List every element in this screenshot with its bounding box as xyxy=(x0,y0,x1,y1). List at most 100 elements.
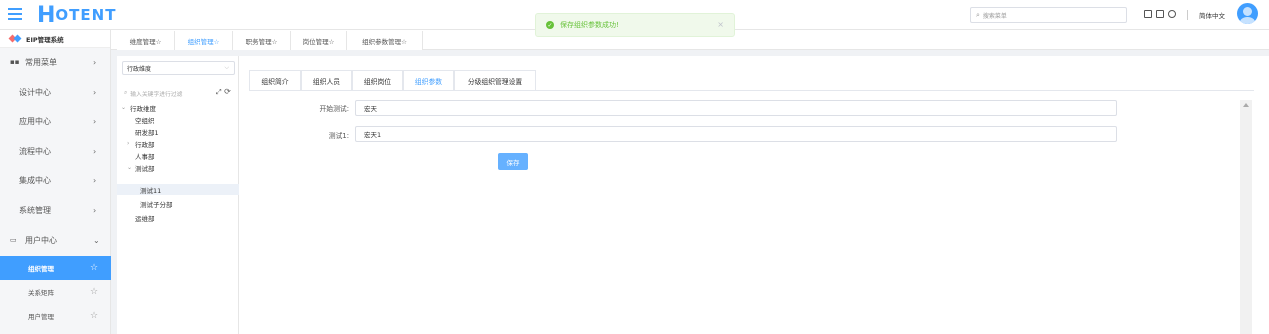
tree-node-label: 空组织 xyxy=(135,116,155,125)
sidebar-item-label: 用户中心 xyxy=(25,235,57,245)
tree-node-label: 测试子分部 xyxy=(140,200,173,209)
subtab-org-intro[interactable]: 组织简介 xyxy=(249,70,301,90)
chevron-right-icon: › xyxy=(93,57,97,67)
main-panel: 组织简介 组织人员 组织岗位 组织参数 分级组织管理设置 开始测试: 宏天 测试… xyxy=(239,56,1269,334)
start-test-input[interactable]: 宏天 xyxy=(355,100,1117,116)
search-placeholder: 搜索菜单 xyxy=(982,12,1007,20)
test1-input[interactable]: 宏天1 xyxy=(355,126,1117,142)
tree-node[interactable]: 运维部 xyxy=(117,212,239,223)
chevron-right-icon: › xyxy=(93,116,97,126)
toast-message: 保存组织参数成功! xyxy=(560,21,619,29)
sidebar-item-design-center[interactable]: 设计中心 › xyxy=(0,82,111,102)
tree-node[interactable]: › 行政部 xyxy=(117,138,239,149)
sidebar-item-user-center[interactable]: ▭ 用户中心 ⌄ xyxy=(0,230,111,250)
subtab-org-members[interactable]: 组织人员 xyxy=(301,70,352,90)
sidebar-subitem-label: 关系矩阵 xyxy=(28,289,54,297)
fullscreen-icon[interactable] xyxy=(1156,10,1164,18)
monitor-icon: ▭ xyxy=(10,236,17,244)
grid-icon: ▪▪ xyxy=(10,58,20,66)
chevron-right-icon: › xyxy=(93,87,97,97)
check-circle-icon: ✓ xyxy=(546,21,554,29)
tree-node-selected[interactable]: 测试11 xyxy=(117,184,239,195)
chevron-down-icon: ⌵ xyxy=(224,64,229,71)
sidebar-item-common-menu[interactable]: ▪▪ 常用菜单 › xyxy=(0,52,111,72)
sidebar-subitem-label: 用户管理 xyxy=(28,313,54,321)
sidebar-item-app-center[interactable]: 应用中心 › xyxy=(0,111,111,131)
tree-node[interactable]: 空组织 xyxy=(117,114,239,125)
tree-filter-placeholder: 输入关键字进行过滤 xyxy=(130,92,183,98)
input-value: 宏天1 xyxy=(364,131,382,139)
tab-org-param-management[interactable]: 组织参数管理☆ xyxy=(347,31,423,50)
sidebar-item-label: 设计中心 xyxy=(19,87,51,97)
star-icon[interactable]: ☆ xyxy=(90,263,98,273)
system-title: EIP管理系统 xyxy=(0,30,110,48)
menu-search-input[interactable]: ⌕ 搜索菜单 xyxy=(970,7,1127,23)
scroll-up-icon[interactable] xyxy=(1243,103,1249,107)
tab-post-management[interactable]: 岗位管理☆ xyxy=(291,31,347,50)
sidebar-item-label: 常用菜单 xyxy=(25,57,57,67)
system-name: EIP管理系统 xyxy=(26,35,64,44)
chevron-down-icon: ⌄ xyxy=(93,235,100,245)
save-button[interactable]: 保存 xyxy=(498,153,528,170)
system-logo-icon xyxy=(8,34,22,43)
menu-toggle-icon[interactable] xyxy=(8,8,22,20)
sidebar-item-system-management[interactable]: 系统管理 › xyxy=(0,200,111,220)
sidebar-subitem-org-management[interactable]: 组织管理 ☆ xyxy=(0,256,111,280)
divider xyxy=(249,90,1254,91)
dimension-select[interactable]: 行政维度 ⌵ xyxy=(122,61,235,75)
star-icon[interactable]: ☆ xyxy=(90,311,98,321)
sidebar-item-label: 系统管理 xyxy=(19,205,51,215)
org-tree-panel: 行政维度 ⌵ ⌕ 输入关键字进行过滤 ⤢ ⟳ ⌄ 行政维度 空组织 研发部1 ›… xyxy=(117,56,239,334)
expand-icon[interactable]: ⤢ xyxy=(216,88,222,96)
tree-node-label: 测试部 xyxy=(135,164,155,173)
sidebar-subitem-user-management[interactable]: 用户管理 ☆ xyxy=(0,304,111,328)
tree-filter-input[interactable]: ⌕ 输入关键字进行过滤 xyxy=(124,89,182,98)
field-label: 开始测试: xyxy=(319,105,349,113)
chevron-down-icon[interactable]: ⌄ xyxy=(121,104,126,111)
refresh-icon[interactable]: ⟳ xyxy=(224,87,231,96)
search-icon: ⌕ xyxy=(124,90,128,96)
sidebar-item-label: 集成中心 xyxy=(19,175,51,185)
chevron-right-icon: › xyxy=(93,205,97,215)
subtab-org-posts[interactable]: 组织岗位 xyxy=(352,70,403,90)
tab-job-management[interactable]: 职务管理☆ xyxy=(233,31,291,50)
tree-tools: ⤢ ⟳ xyxy=(216,87,231,97)
subtab-org-params[interactable]: 组织参数 xyxy=(403,70,454,90)
toast-close-icon[interactable]: × xyxy=(717,20,724,29)
language-switch[interactable]: 简体中文 xyxy=(1199,10,1225,20)
sidebar: EIP管理系统 ▪▪ 常用菜单 › 设计中心 › 应用中心 › 流程中心 › 集… xyxy=(0,30,111,334)
tree-node-label: 行政维度 xyxy=(130,104,156,113)
sidebar-item-label: 应用中心 xyxy=(19,116,51,126)
tree-node-label: 运维部 xyxy=(135,214,155,223)
top-icons xyxy=(1144,10,1176,18)
tab-dimension-management[interactable]: 维度管理☆ xyxy=(117,31,175,50)
search-icon: ⌕ xyxy=(976,10,980,19)
chevron-right-icon: › xyxy=(93,175,97,185)
input-value: 宏天 xyxy=(364,105,377,113)
tab-org-management[interactable]: 组织管理☆ xyxy=(175,31,233,50)
avatar[interactable] xyxy=(1237,3,1258,24)
field-label: 测试1: xyxy=(328,132,349,140)
sidebar-item-flow-center[interactable]: 流程中心 › xyxy=(0,141,111,161)
logo: H OTENT xyxy=(37,2,116,28)
sidebar-subitem-relation-matrix[interactable]: 关系矩阵 ☆ xyxy=(0,280,111,304)
monitor-icon[interactable] xyxy=(1144,10,1152,18)
scrollbar[interactable] xyxy=(1240,100,1252,334)
tree-node[interactable]: ⌄ 测试部 xyxy=(117,162,239,173)
sidebar-item-integration-center[interactable]: 集成中心 › xyxy=(0,170,111,190)
tree-node[interactable]: 人事部 xyxy=(117,150,239,161)
success-toast: ✓ 保存组织参数成功! × xyxy=(535,13,735,37)
subtab-hierarchical-org-settings[interactable]: 分级组织管理设置 xyxy=(454,70,536,90)
sidebar-subitem-label: 组织管理 xyxy=(28,265,54,273)
chevron-down-icon[interactable]: ⌄ xyxy=(127,164,132,171)
star-icon[interactable]: ☆ xyxy=(90,287,98,297)
tree-node[interactable]: ⌄ 行政维度 xyxy=(117,102,239,113)
settings-icon[interactable] xyxy=(1168,10,1176,18)
tree-node[interactable]: 研发部1 xyxy=(117,126,239,137)
logo-letter: H xyxy=(37,2,55,28)
tree-node-label: 研发部1 xyxy=(135,128,159,137)
chevron-right-icon[interactable]: › xyxy=(127,140,129,147)
tree-node[interactable]: 测试子分部 xyxy=(117,198,239,209)
tree-node-label: 测试11 xyxy=(140,186,162,195)
dimension-select-value: 行政维度 xyxy=(127,65,152,73)
